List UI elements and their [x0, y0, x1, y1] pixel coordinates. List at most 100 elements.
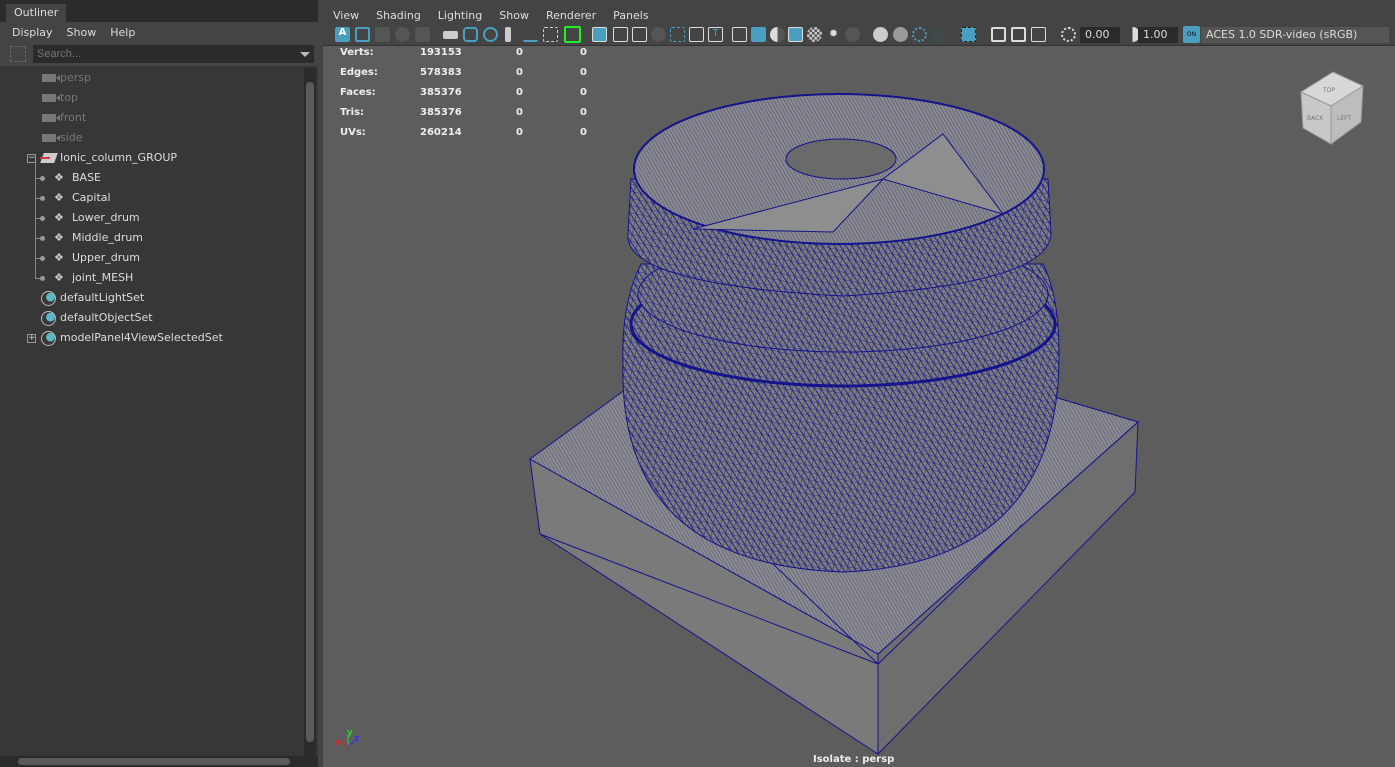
poly-count-hud: Verts: 193153 0 0 Edges: 578383 0 0 Faces: 3853… — [340, 47, 620, 147]
pan-zoom-icon[interactable] — [543, 27, 558, 42]
filter-icon[interactable] — [10, 46, 26, 62]
2d-pan-zoom-icon[interactable] — [415, 27, 430, 42]
axis-y-label: y — [347, 728, 353, 738]
hud-row-uvs: UVs: 260214 0 0 — [340, 127, 587, 138]
collapse-icon[interactable]: − — [27, 154, 36, 163]
set-icon — [41, 291, 56, 306]
menu-renderer[interactable]: Renderer — [546, 9, 596, 24]
tree-item-side[interactable]: side — [0, 128, 304, 148]
view-cube[interactable]: TOP BACK LEFT — [1299, 71, 1365, 145]
transform-icon: ❖ — [54, 211, 64, 224]
pencil-icon[interactable] — [564, 26, 581, 43]
smooth-shade-icon[interactable] — [751, 27, 766, 42]
menu-show[interactable]: Show — [499, 9, 529, 24]
camera-icon — [42, 134, 60, 142]
menu-panels[interactable]: Panels — [613, 9, 648, 24]
exposure-icon[interactable] — [1061, 27, 1076, 42]
safe-title-icon[interactable]: T — [708, 27, 723, 42]
transform-icon: ❖ — [54, 271, 64, 284]
camera-label: Isolate : persp — [813, 754, 895, 765]
gamma-field[interactable]: 1.00 — [1138, 27, 1178, 43]
outliner-tab[interactable]: Outliner — [6, 4, 67, 22]
wireframe-on-shaded-icon[interactable] — [788, 27, 803, 42]
tree-item-base[interactable]: ❖ BASE — [0, 168, 304, 188]
group-icon — [39, 153, 58, 163]
column-mesh[interactable] — [622, 93, 1060, 573]
depth-of-field-icon[interactable] — [931, 27, 946, 42]
hud-row-verts: Verts: 193153 0 0 — [340, 47, 587, 58]
tree-item-middle-drum[interactable]: ❖ Middle_drum — [0, 228, 304, 248]
tree-item-joint-mesh[interactable]: ❖ joint_MESH — [0, 268, 304, 288]
search-dropdown-icon[interactable] — [300, 52, 310, 57]
outliner-horizontal-scrollbar[interactable] — [0, 756, 318, 767]
select-camera-icon[interactable]: A — [335, 27, 350, 42]
field-chart-icon[interactable] — [670, 27, 685, 42]
viewcube-front-label: BACK — [1307, 115, 1324, 122]
viewport-toolbar: A T ✹ 0.00 1.00 ON ACES 1.0 SDR-video (s… — [323, 24, 1395, 46]
tree-item-front[interactable]: front — [0, 108, 304, 128]
transform-icon: ❖ — [54, 251, 64, 264]
viewcube-side-label: LEFT — [1337, 115, 1351, 122]
safe-action-icon[interactable] — [689, 27, 704, 42]
exposure-field[interactable]: 0.00 — [1080, 27, 1120, 43]
outliner-vertical-scrollbar[interactable] — [304, 68, 316, 756]
transform-icon: ❖ — [54, 171, 64, 184]
tree-item-ionic-column-group[interactable]: − Ionic_column_GROUP — [0, 148, 304, 168]
tree-item-capital[interactable]: ❖ Capital — [0, 188, 304, 208]
lights-icon[interactable]: ✹ — [826, 27, 841, 42]
wireframe-icon[interactable] — [732, 27, 747, 42]
hud-row-edges: Edges: 578383 0 0 — [340, 67, 587, 78]
image-plane-icon[interactable] — [395, 27, 410, 42]
xray-active-icon[interactable] — [1011, 27, 1026, 42]
transform-icon: ❖ — [54, 231, 64, 244]
menu-help[interactable]: Help — [110, 26, 135, 42]
viewcube-top-label: TOP — [1322, 87, 1335, 94]
search-input[interactable] — [33, 45, 314, 63]
camera-icon[interactable] — [443, 31, 458, 39]
xray-joints-icon[interactable] — [1031, 27, 1046, 42]
shadows-icon[interactable] — [845, 27, 860, 42]
expand-icon[interactable]: + — [27, 334, 36, 343]
gate-mask-icon[interactable] — [651, 27, 666, 42]
menu-view[interactable]: View — [333, 9, 359, 24]
tree-item-model-panel-set[interactable]: + modelPanel4ViewSelectedSet — [0, 328, 304, 348]
color-management-toggle[interactable]: ON — [1183, 26, 1200, 43]
hud-row-tris: Tris: 385376 0 0 — [340, 107, 587, 118]
anti-aliasing-icon[interactable] — [912, 27, 927, 42]
menu-lighting[interactable]: Lighting — [438, 9, 482, 24]
set-icon — [41, 311, 56, 326]
xray-icon[interactable] — [991, 27, 1006, 42]
axis-gizmo: y x z — [335, 728, 359, 748]
isolate-select-icon[interactable] — [961, 27, 976, 42]
menu-shading[interactable]: Shading — [376, 9, 421, 24]
viewport-menubar: View Shading Lighting Show Renderer Pane… — [323, 4, 1395, 24]
motion-blur-icon[interactable] — [893, 27, 908, 42]
tree-item-default-object-set[interactable]: defaultObjectSet — [0, 308, 304, 328]
tree-item-persp[interactable]: persp — [0, 68, 304, 88]
bookmarks-icon[interactable] — [375, 27, 390, 42]
lock-camera-icon[interactable] — [463, 27, 478, 42]
transform-icon: ❖ — [54, 191, 64, 204]
textured-icon[interactable] — [807, 27, 822, 42]
tree-item-default-light-set[interactable]: defaultLightSet — [0, 288, 304, 308]
bookmark-icon[interactable] — [505, 27, 511, 42]
menu-show[interactable]: Show — [67, 26, 97, 42]
camera-attributes-icon[interactable] — [355, 27, 370, 42]
viewport-panel[interactable]: TOP BACK LEFT y x z View Shading Lightin… — [323, 4, 1395, 767]
default-material-icon[interactable] — [770, 27, 785, 42]
menu-display[interactable]: Display — [12, 26, 53, 42]
axis-z-label: z — [354, 734, 359, 744]
ambient-occlusion-icon[interactable] — [873, 27, 888, 42]
axis-x-label: x — [335, 738, 341, 748]
tree-item-top[interactable]: top — [0, 88, 304, 108]
camera-settings-icon[interactable] — [483, 27, 498, 42]
tree-item-lower-drum[interactable]: ❖ Lower_drum — [0, 208, 304, 228]
color-space-dropdown[interactable]: ACES 1.0 SDR-video (sRGB) — [1201, 27, 1389, 43]
grease-pencil-icon[interactable] — [523, 27, 538, 42]
resolution-gate-icon[interactable] — [632, 27, 647, 42]
camera-icon — [42, 74, 60, 82]
film-gate-icon[interactable] — [613, 27, 628, 42]
grid-icon[interactable] — [592, 27, 607, 42]
tree-item-upper-drum[interactable]: ❖ Upper_drum — [0, 248, 304, 268]
camera-icon — [42, 94, 60, 102]
